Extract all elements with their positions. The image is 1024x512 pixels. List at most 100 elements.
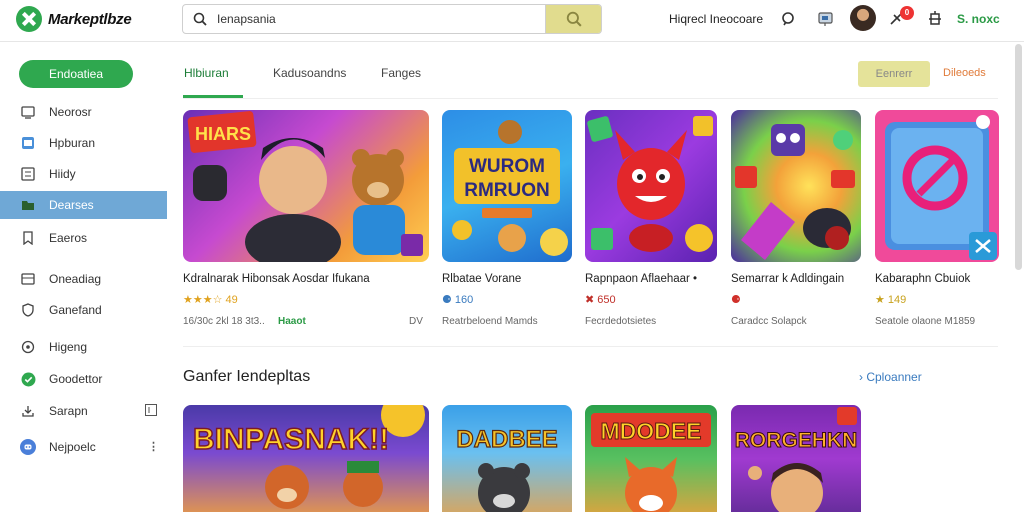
box-icon <box>20 271 36 287</box>
sidebar-item-1[interactable]: Hpburan <box>0 129 167 157</box>
more-options-icon[interactable]: ⋮ <box>148 440 159 453</box>
section-link-label: Cploanner <box>866 370 922 384</box>
game-card[interactable]: BINPASNAK!! WUROM RMRUON Rlbatae Vorane … <box>442 110 574 330</box>
game-meta: Fecrdedotsietes <box>585 316 657 327</box>
section-divider <box>183 346 998 347</box>
game-art <box>587 116 713 252</box>
discord-icon <box>20 439 36 455</box>
game-rating: ⚈ <box>731 294 741 306</box>
game-rating: ✖ 650 <box>585 294 616 306</box>
game-card[interactable]: BINPASNAK!! <box>183 405 429 512</box>
logo-icon <box>16 6 42 32</box>
game-art: HIARS <box>187 111 423 262</box>
sidebar-item-label: Nejpoelc <box>49 440 96 454</box>
svg-text:MDODEE: MDODEE <box>601 418 702 444</box>
game-meta: Caradcc Solapck <box>731 316 807 327</box>
shield-icon <box>20 302 36 318</box>
game-art <box>735 124 855 260</box>
support-icon[interactable] <box>778 9 798 29</box>
game-card[interactable]: Rapnpaon Aflaehaar • ✖ 650 Fecrdedotsiet… <box>585 110 717 330</box>
search-submit-icon <box>566 11 582 27</box>
sidebar-item-3[interactable]: Dearses <box>0 191 167 219</box>
tab-1[interactable]: Kadusoandns <box>273 66 346 80</box>
sidebar-item-label: Hpburan <box>49 136 96 150</box>
sidebar-item-10[interactable]: Nejpoelc <box>0 433 167 461</box>
game-card[interactable]: RORGEHKN <box>731 405 861 512</box>
sidebar-item-label: Oneadiag <box>49 272 102 286</box>
sidebar-item-6[interactable]: Ganefand <box>0 296 167 324</box>
game-card[interactable]: Semarrar k Adldingain ⚈ Caradcc Solapck <box>731 110 863 330</box>
game-title: Semarrar k Adldingain <box>731 273 845 285</box>
game-rating: ⚈ 160 <box>442 294 474 306</box>
game-thumbnail: MDODEE <box>585 405 717 512</box>
sidebar-item-2[interactable]: Hiidy <box>0 160 167 188</box>
settings-icon[interactable] <box>925 9 945 29</box>
window-icon <box>20 135 36 151</box>
game-rating: ★★★☆ 49 <box>183 294 238 306</box>
search-bar <box>182 4 602 34</box>
avatar[interactable] <box>850 5 876 31</box>
game-meta: Seatole olaone M1859 <box>875 316 976 327</box>
sidebar-item-0[interactable]: Neorosr <box>0 98 167 126</box>
sidebar-item-label: Neorosr <box>49 105 92 119</box>
game-thumbnail: RORGEHKN <box>731 405 861 512</box>
svg-text:DADBEE: DADBEE <box>456 426 557 453</box>
tab-2[interactable]: Fanges <box>381 66 421 80</box>
sidebar-item-label: Eaeros <box>49 231 88 245</box>
sidebar-item-label: Hiidy <box>49 167 76 181</box>
top-header: Markeptlbze Hiqrecl Ineocoare 0 S. noxc <box>0 0 1024 42</box>
search-input[interactable] <box>217 5 545 33</box>
account-label[interactable]: S. noxc <box>957 12 1000 26</box>
sidebar-item-label: Goodettor <box>49 372 103 386</box>
header-link[interactable]: Hiqrecl Ineocoare <box>669 12 763 26</box>
notification-badge: 0 <box>900 6 914 20</box>
game-art: DADBEE <box>456 425 558 512</box>
sidebar-primary-button[interactable]: Endoatiea <box>19 60 133 88</box>
section-title: Ganfer Iendepltas <box>183 368 311 385</box>
sidebar-item-7[interactable]: Higeng <box>0 333 167 361</box>
game-art <box>885 115 997 260</box>
check-circle-icon <box>20 371 36 387</box>
app-window: Markeptlbze Hiqrecl Ineocoare 0 S. noxc <box>0 0 1024 512</box>
game-card[interactable]: Kabaraphn Cbuiok ★ 149 Seatole olaone M1… <box>875 110 1007 330</box>
sidebar: Endoatiea Neorosr Hpburan Hiidy Dearses … <box>0 43 167 512</box>
sidebar-expand-icon[interactable] <box>145 404 157 419</box>
game-title: Rlbatae Vorane <box>442 273 522 285</box>
logo[interactable]: Markeptlbze <box>16 6 132 32</box>
section-see-all-link[interactable]: › Cploanner <box>859 370 922 384</box>
game-rating: ★ 149 <box>875 294 907 306</box>
game-art: BINPASNAK!! WUROM RMRUON <box>452 120 568 256</box>
svg-text:HIARS: HIARS <box>195 124 251 144</box>
game-card[interactable]: MDODEE <box>585 405 717 512</box>
game-card[interactable]: DADBEE <box>442 405 572 512</box>
game-thumbnail: BINPASNAK!! WUROM RMRUON <box>442 110 572 262</box>
tab-0[interactable]: Hlbiuran <box>184 66 229 80</box>
list-icon <box>20 166 36 182</box>
messages-icon[interactable] <box>816 9 836 29</box>
sidebar-item-8[interactable]: Goodettor <box>0 365 167 393</box>
monitor-icon <box>20 104 36 120</box>
action-link[interactable]: Dileoeds <box>943 67 986 79</box>
game-title: Rapnpaon Aflaehaar • <box>585 273 698 285</box>
game-meta: Reatrbeloend Mamds <box>442 316 538 327</box>
svg-text:RMRUON: RMRUON <box>464 180 550 201</box>
game-art: MDODEE <box>591 413 711 512</box>
game-thumbnail <box>585 110 717 262</box>
sidebar-item-label: Higeng <box>49 340 88 354</box>
game-thumbnail: DADBEE <box>442 405 572 512</box>
sidebar-item-label: Ganefand <box>49 303 102 317</box>
game-card[interactable]: HIARS Kdralnarak Hibonsak Aosdar Ifukana… <box>183 110 429 330</box>
sidebar-item-9[interactable]: Sarapn <box>0 397 167 425</box>
search-submit-button[interactable] <box>545 5 601 33</box>
action-button[interactable]: Eenrerr <box>858 61 930 87</box>
sidebar-item-label: Sarapn <box>49 404 88 418</box>
bookmark-icon <box>20 230 36 246</box>
game-art: RORGEHKN <box>734 407 858 512</box>
folder-icon <box>20 197 36 213</box>
sidebar-item-4[interactable]: Eaeros <box>0 224 167 252</box>
download-icon <box>20 403 36 419</box>
location-icon <box>20 339 36 355</box>
sidebar-item-5[interactable]: Oneadiag <box>0 265 167 293</box>
game-thumbnail: BINPASNAK!! <box>183 405 429 512</box>
scrollbar-thumb[interactable] <box>1015 44 1022 270</box>
